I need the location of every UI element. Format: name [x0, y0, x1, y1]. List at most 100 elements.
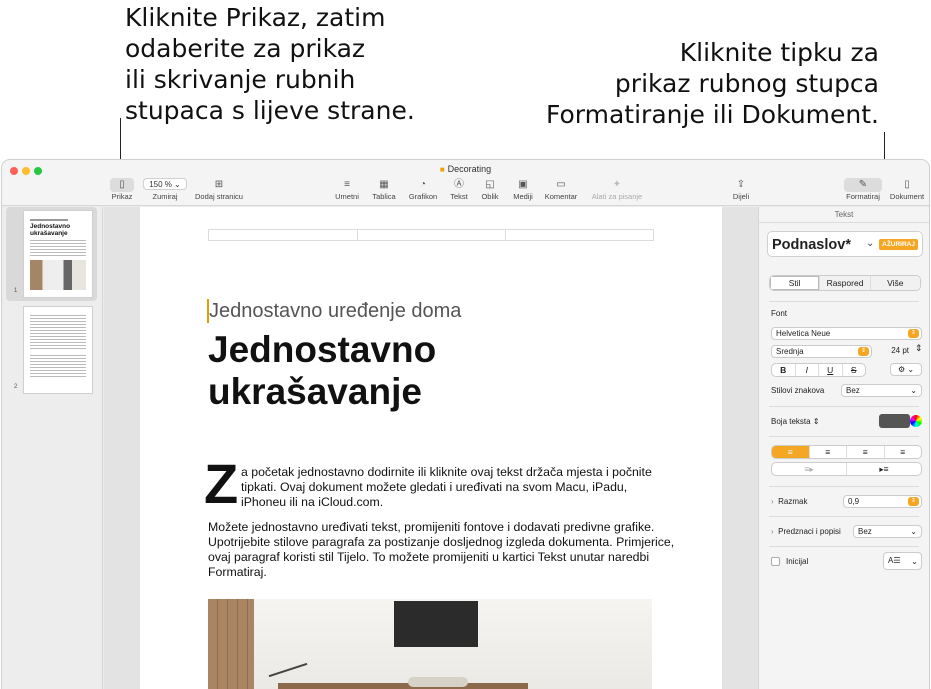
- text-label: Tekst: [450, 192, 468, 201]
- paintbrush-icon: ✎: [844, 178, 882, 192]
- interior-photo[interactable]: [208, 599, 652, 689]
- paragraph-style-picker[interactable]: Podnaslov* ⌄ AŽURIRAJ: [767, 231, 923, 257]
- font-weight-select[interactable]: Srednja ⇕: [771, 345, 872, 358]
- page-thumbnail-1[interactable]: Jednostavno ukrašavanje 1: [6, 207, 97, 301]
- font-size-field[interactable]: 24 pt: [878, 345, 913, 358]
- tab-layout[interactable]: Raspored: [820, 276, 871, 290]
- bullets-label: Predznaci i popisi: [778, 527, 841, 536]
- font-family-select[interactable]: Helvetica Neue ⇕: [771, 327, 922, 340]
- strikethrough-button[interactable]: S: [843, 364, 866, 376]
- initial-label: Inicijal: [786, 557, 809, 566]
- document-title[interactable]: Jednostavno ukrašavanje: [208, 329, 508, 413]
- body-paragraph-2[interactable]: Možete jednostavno uređivati tekst, prom…: [208, 520, 678, 580]
- media-icon: ▣: [518, 179, 528, 190]
- initial-style-select[interactable]: A☰ ⌄: [883, 552, 922, 570]
- chevron-down-icon: ⌄: [174, 180, 181, 189]
- callout-left: Kliknite Prikaz, zatim odaberite za prik…: [125, 2, 445, 126]
- page-thumbnail-2[interactable]: 2: [6, 303, 97, 397]
- shape-icon: ◱: [485, 179, 495, 190]
- align-left-icon[interactable]: ≡: [772, 446, 810, 458]
- sidebar-icon: ▯: [110, 178, 134, 192]
- share-icon: ⇪: [736, 179, 746, 190]
- bullets-disclosure[interactable]: › Predznaci i popisi: [771, 527, 841, 536]
- share-label: Dijeli: [732, 192, 750, 201]
- update-style-button[interactable]: AŽURIRAJ: [879, 239, 918, 250]
- comment-button[interactable]: ▭ Komentar: [543, 178, 579, 201]
- callout-right: Kliknite tipku za prikaz rubnog stupca F…: [479, 37, 879, 130]
- media-button[interactable]: ▣ Mediji: [509, 178, 537, 201]
- chevron-updown-icon: ⇕: [908, 497, 919, 506]
- chart-icon: ◔: [419, 179, 427, 190]
- writing-tools-button[interactable]: ✦ Alati za pisanje: [590, 178, 644, 201]
- document-icon: ■: [439, 165, 445, 174]
- document-button[interactable]: ▯ Dokument: [888, 178, 926, 201]
- tab-style[interactable]: Stil: [770, 276, 821, 290]
- insert-button[interactable]: ≡ Umetni: [333, 178, 361, 201]
- italic-button[interactable]: I: [796, 364, 819, 376]
- view-label: Prikaz: [111, 192, 133, 201]
- zoom-button[interactable]: 150 % ⌄ Zumiraj: [143, 178, 187, 201]
- chevron-updown-icon: ⇕: [858, 347, 869, 356]
- document-canvas: Jednostavno uređenje doma Jednostavno uk…: [104, 207, 758, 689]
- bullets-select[interactable]: Bez ⌄: [853, 525, 922, 538]
- text-color-swatch[interactable]: [879, 414, 910, 428]
- chart-button[interactable]: ◔ Grafikon: [407, 178, 439, 201]
- thumb-title: Jednostavno ukrašavanje: [30, 223, 71, 237]
- comment-label: Komentar: [544, 192, 578, 201]
- tab-more[interactable]: Više: [870, 276, 920, 290]
- window-title: ■ Decorating: [2, 164, 929, 174]
- shape-button[interactable]: ◱ Oblik: [477, 178, 503, 201]
- chevron-down-icon: ⌄: [910, 386, 917, 395]
- text-button[interactable]: Ⓐ Tekst: [446, 178, 472, 201]
- font-size-stepper[interactable]: ⇕: [915, 343, 923, 354]
- text-style-buttons: B I U S: [771, 363, 866, 377]
- pages-window: ■ Decorating ▯ Prikaz 150 % ⌄ Zumiraj ⊞ Doda…: [1, 159, 930, 689]
- view-button[interactable]: ▯ Prikaz: [110, 178, 134, 201]
- text-options-button[interactable]: ⚙ ⌄: [890, 363, 922, 376]
- decrease-indent-icon[interactable]: ≡▸: [772, 463, 847, 475]
- increase-indent-icon[interactable]: ▸≡: [847, 463, 921, 475]
- character-styles-select[interactable]: Bez ⌄: [841, 384, 922, 397]
- initial-checkbox[interactable]: [771, 557, 780, 566]
- align-right-icon[interactable]: ≡: [847, 446, 885, 458]
- document-label: Dokument: [889, 192, 925, 201]
- callout-left-line: ili skrivanje rubnih: [125, 65, 356, 94]
- text-color-label-text: Boja teksta: [771, 417, 811, 426]
- add-page-label: Dodaj stranicu: [195, 192, 243, 201]
- add-page-button[interactable]: ⊞ Dodaj stranicu: [194, 178, 244, 201]
- format-button[interactable]: ✎ Formatiraj: [844, 178, 882, 201]
- document-page[interactable]: Jednostavno uređenje doma Jednostavno uk…: [140, 207, 722, 689]
- spacing-value: 0,9: [848, 497, 860, 506]
- drop-cap-icon: A☰: [888, 556, 901, 565]
- zoom-select[interactable]: 150 % ⌄: [143, 178, 187, 190]
- underline-button[interactable]: U: [819, 364, 843, 376]
- format-inspector: Tekst Podnaslov* ⌄ AŽURIRAJ Stil Raspore…: [758, 207, 929, 689]
- insert-icon: ≡: [344, 179, 350, 190]
- share-button[interactable]: ⇪ Dijeli: [728, 178, 754, 201]
- page-thumbnail-image: Jednostavno ukrašavanje: [24, 211, 92, 297]
- callout-left-line: Kliknite Prikaz, zatim: [125, 3, 386, 32]
- media-label: Mediji: [513, 192, 533, 201]
- document-icon: ▯: [904, 179, 910, 190]
- bold-button[interactable]: B: [772, 364, 796, 376]
- table-icon: ▦: [379, 179, 389, 190]
- body-paragraph-1[interactable]: a početak jednostavno dodirnite ili klik…: [241, 465, 661, 510]
- document-subtitle[interactable]: Jednostavno uređenje doma: [209, 300, 461, 323]
- color-wheel-icon[interactable]: [910, 415, 922, 427]
- indent-buttons: ≡▸ ▸≡: [771, 462, 922, 476]
- zoom-value: 150 %: [149, 180, 172, 189]
- table-button[interactable]: ▦ Tablica: [370, 178, 398, 201]
- text-box-icon: Ⓐ: [454, 179, 464, 190]
- inspector-tabs: Stil Raspored Više: [769, 275, 921, 291]
- chevron-down-icon: ⌄: [866, 238, 875, 249]
- table-label: Tablica: [372, 192, 396, 201]
- align-center-icon[interactable]: ≡: [810, 446, 847, 458]
- callout-right-line: prikaz rubnog stupca: [614, 69, 879, 98]
- character-styles-value: Bez: [846, 386, 860, 395]
- callout-left-line: stupaca s lijeve strane.: [125, 96, 415, 125]
- spacing-disclosure[interactable]: › Razmak: [771, 497, 807, 506]
- chevron-down-icon: ⌄: [911, 557, 918, 566]
- justify-icon[interactable]: ≡: [885, 446, 922, 458]
- page-header[interactable]: [208, 229, 654, 241]
- spacing-select[interactable]: 0,9 ⇕: [843, 495, 922, 508]
